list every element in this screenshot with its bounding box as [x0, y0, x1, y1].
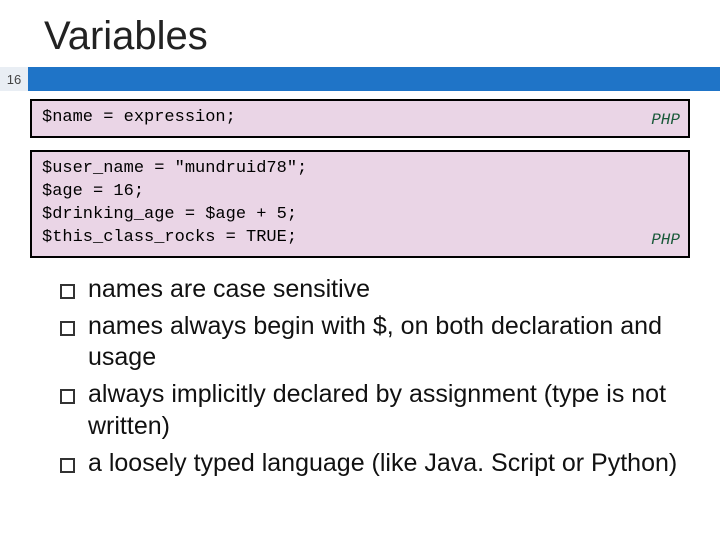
page-number: 16: [0, 67, 28, 91]
code-line: $name = expression;: [42, 107, 678, 130]
list-item: names always begin with $, on both decla…: [60, 311, 690, 374]
code-line: $drinking_age = $age + 5;: [42, 204, 678, 227]
accent-bar: 16: [0, 67, 720, 91]
code-area: $name = expression; PHP $user_name = "mu…: [0, 91, 720, 274]
code-line: $user_name = "mundruid78";: [42, 158, 678, 181]
list-item: a loosely typed language (like Java. Scr…: [60, 448, 690, 479]
code-line: $age = 16;: [42, 181, 678, 204]
code-language-label: PHP: [651, 230, 680, 252]
code-line: $this_class_rocks = TRUE;: [42, 227, 678, 250]
code-box-syntax: $name = expression; PHP: [30, 99, 690, 138]
bullet-list: names are case sensitive names always be…: [0, 274, 720, 480]
list-item: names are case sensitive: [60, 274, 690, 305]
code-language-label: PHP: [651, 110, 680, 132]
code-box-example: $user_name = "mundruid78"; $age = 16; $d…: [30, 150, 690, 258]
list-item: always implicitly declared by assignment…: [60, 379, 690, 442]
slide: Variables 16 $name = expression; PHP $us…: [0, 0, 720, 540]
page-title: Variables: [0, 0, 720, 67]
